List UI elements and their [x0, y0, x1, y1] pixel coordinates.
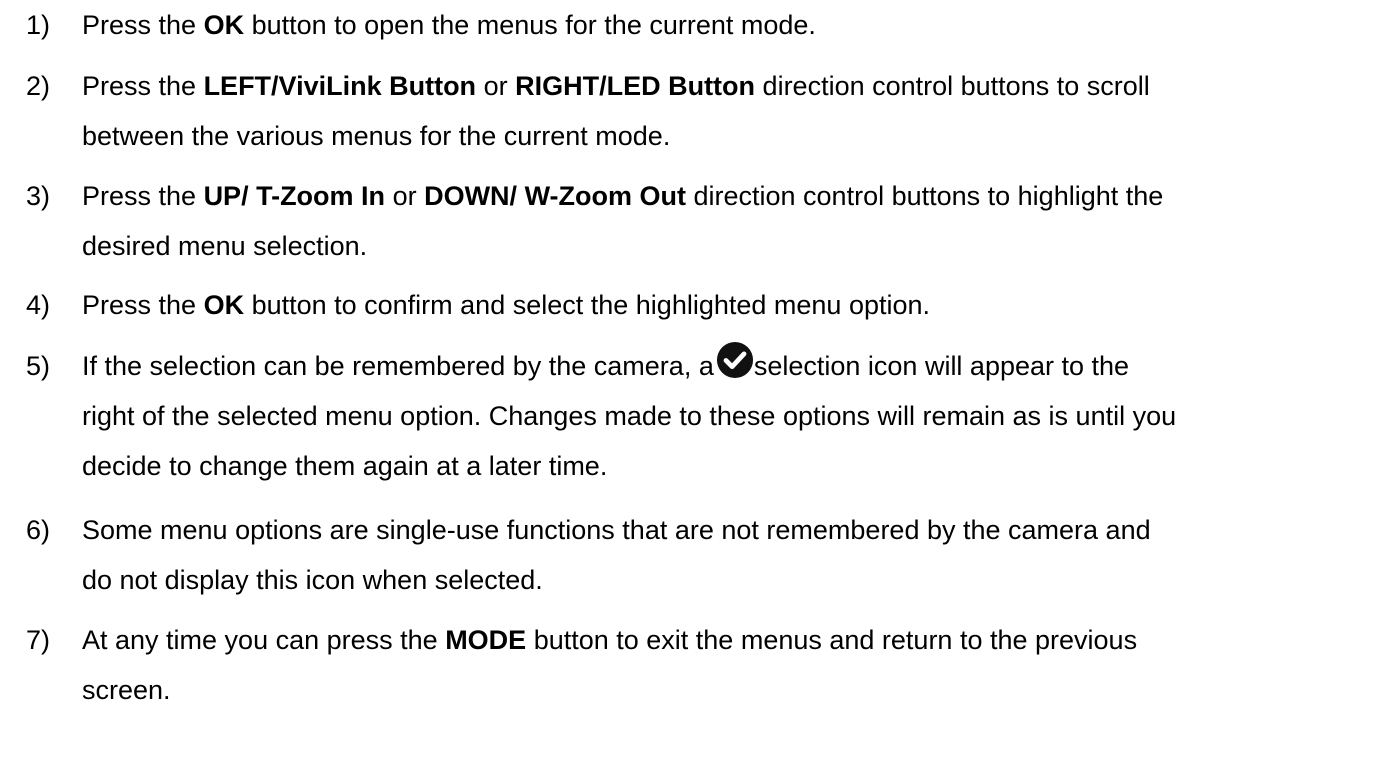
check-circle-icon — [716, 341, 754, 379]
text-run: Some menu options are single-use functio… — [82, 515, 1151, 545]
step-text: Press the OK button to confirm and selec… — [82, 280, 1392, 330]
step-line: do not display this icon when selected. — [82, 555, 1392, 605]
text-run: direction control buttons to scroll — [755, 71, 1150, 101]
step-line: At any time you can press the MODE butto… — [82, 615, 1392, 665]
step-line: Press the OK button to confirm and selec… — [82, 280, 1392, 330]
text-run: desired menu selection. — [82, 231, 368, 261]
step-number: 2) — [26, 71, 51, 101]
text-run: Press the — [82, 71, 204, 101]
button-name: DOWN/ W-Zoom Out — [424, 181, 686, 211]
text-run: selection icon will appear to the — [753, 351, 1130, 381]
text-run: button to confirm and select the highlig… — [244, 290, 931, 320]
step-line: Press the UP/ T-Zoom In or DOWN/ W-Zoom … — [82, 171, 1392, 221]
step-line: desired menu selection. — [82, 221, 1392, 271]
button-name: UP/ T-Zoom In — [203, 181, 386, 211]
text-run: screen. — [82, 675, 171, 705]
step-line: Press the LEFT/ViviLink Button or RIGHT/… — [82, 61, 1392, 111]
step-line: right of the selected menu option. Chang… — [82, 391, 1392, 441]
text-run: If the selection can be remembered by th… — [82, 351, 714, 381]
step-number: 6) — [26, 515, 51, 545]
step-text: Press the LEFT/ViviLink Button or RIGHT/… — [82, 61, 1392, 161]
button-name: MODE — [445, 625, 527, 655]
text-run: button to exit the menus and return to t… — [526, 625, 1138, 655]
step-line: If the selection can be remembered by th… — [82, 341, 1392, 391]
step-line: between the various menus for the curren… — [82, 111, 1392, 161]
button-name: LEFT/ViviLink Button — [203, 71, 477, 101]
text-run: Press the — [82, 10, 204, 40]
text-run: Press the — [82, 290, 204, 320]
button-name: OK — [203, 10, 245, 40]
text-run: or — [476, 71, 516, 101]
step-number: 4) — [26, 290, 51, 320]
step-line: decide to change them again at a later t… — [82, 441, 1392, 491]
text-run: do not display this icon when selected. — [82, 565, 543, 595]
text-run: direction control buttons to highlight t… — [685, 181, 1164, 211]
text-run: At any time you can press the — [82, 625, 446, 655]
button-name: RIGHT/LED Button — [515, 71, 756, 101]
text-run: or — [385, 181, 425, 211]
text-run: decide to change them again at a later t… — [82, 451, 608, 481]
text-run: Press the — [82, 181, 204, 211]
step-text: At any time you can press the MODE butto… — [82, 615, 1392, 715]
step-text: Some menu options are single-use functio… — [82, 505, 1392, 605]
step-number: 7) — [26, 625, 51, 655]
step-text: If the selection can be remembered by th… — [82, 341, 1392, 491]
text-run: right of the selected menu option. Chang… — [82, 401, 1177, 431]
step-line: Some menu options are single-use functio… — [82, 505, 1392, 555]
step-number: 5) — [26, 351, 51, 381]
step-number: 1) — [26, 10, 51, 40]
step-text: Press the UP/ T-Zoom In or DOWN/ W-Zoom … — [82, 171, 1392, 271]
step-text: Press the OK button to open the menus fo… — [82, 0, 1392, 50]
step-line: Press the OK button to open the menus fo… — [82, 0, 1392, 50]
step-number: 3) — [26, 181, 51, 211]
text-run: button to open the menus for the current… — [244, 10, 816, 40]
button-name: OK — [203, 290, 245, 320]
text-run: between the various menus for the curren… — [82, 121, 671, 151]
step-line: screen. — [82, 665, 1392, 715]
